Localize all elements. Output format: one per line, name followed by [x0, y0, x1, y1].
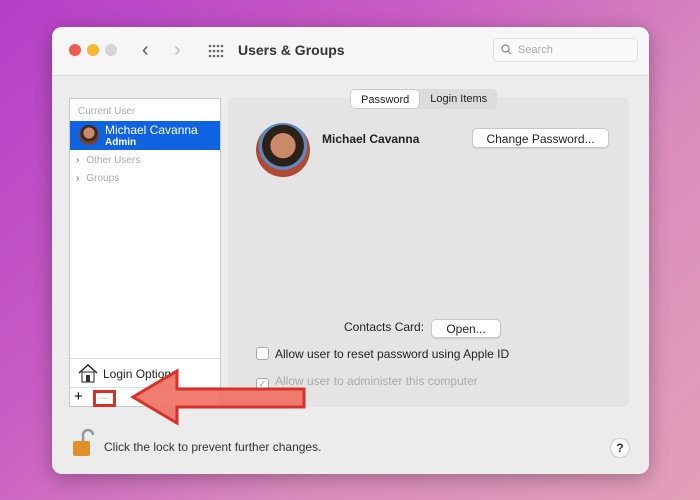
forward-icon[interactable]: › [174, 39, 181, 62]
highlight-box [93, 390, 116, 407]
help-button[interactable]: ? [610, 438, 630, 458]
group-label: Groups [86, 173, 120, 184]
lock-open-icon[interactable] [72, 428, 94, 458]
tab-bar: Password Login Items [350, 89, 498, 109]
titlebar: ‹ › Users & Groups Search [52, 27, 649, 76]
search-placeholder: Search [518, 44, 553, 56]
user-name: Michael Cavanna [105, 123, 198, 137]
grid-icon[interactable] [208, 44, 224, 58]
open-contacts-button[interactable]: Open... [431, 319, 501, 338]
user-full-name: Michael Cavanna [322, 132, 420, 146]
user-picture[interactable] [256, 123, 310, 177]
section-header: Current User [78, 106, 136, 117]
user-details-panel: Michael Cavanna Change Password... Conta… [228, 98, 629, 407]
add-user-button[interactable]: + [74, 388, 83, 405]
user-list: Current User Michael Cavanna Admin › Othe… [69, 98, 221, 407]
search-icon [501, 44, 512, 55]
avatar [79, 125, 99, 145]
close-button[interactable] [69, 44, 81, 56]
search-input[interactable]: Search [493, 38, 638, 62]
contacts-card-label: Contacts Card: [344, 320, 425, 334]
tab-login-items[interactable]: Login Items [420, 89, 497, 109]
house-icon [78, 363, 98, 383]
checkbox-label: Allow user to reset password using Apple… [275, 347, 510, 361]
change-password-button[interactable]: Change Password... [472, 128, 609, 148]
back-icon[interactable]: ‹ [142, 39, 149, 62]
user-item-selected[interactable]: Michael Cavanna Admin [70, 121, 220, 150]
lock-message: Click the lock to prevent further change… [104, 440, 322, 454]
group-groups[interactable]: › Groups [76, 173, 119, 184]
zoom-button[interactable] [105, 44, 117, 56]
checkbox[interactable] [256, 347, 269, 360]
group-other-users[interactable]: › Other Users [76, 155, 140, 166]
window-title: Users & Groups [238, 42, 345, 58]
tab-password[interactable]: Password [350, 89, 421, 109]
arrow-annotation [130, 368, 306, 426]
group-label: Other Users [86, 155, 141, 166]
minimize-button[interactable] [87, 44, 99, 56]
user-role: Admin [105, 137, 137, 148]
reset-password-checkbox[interactable]: Allow user to reset password using Apple… [256, 347, 509, 361]
